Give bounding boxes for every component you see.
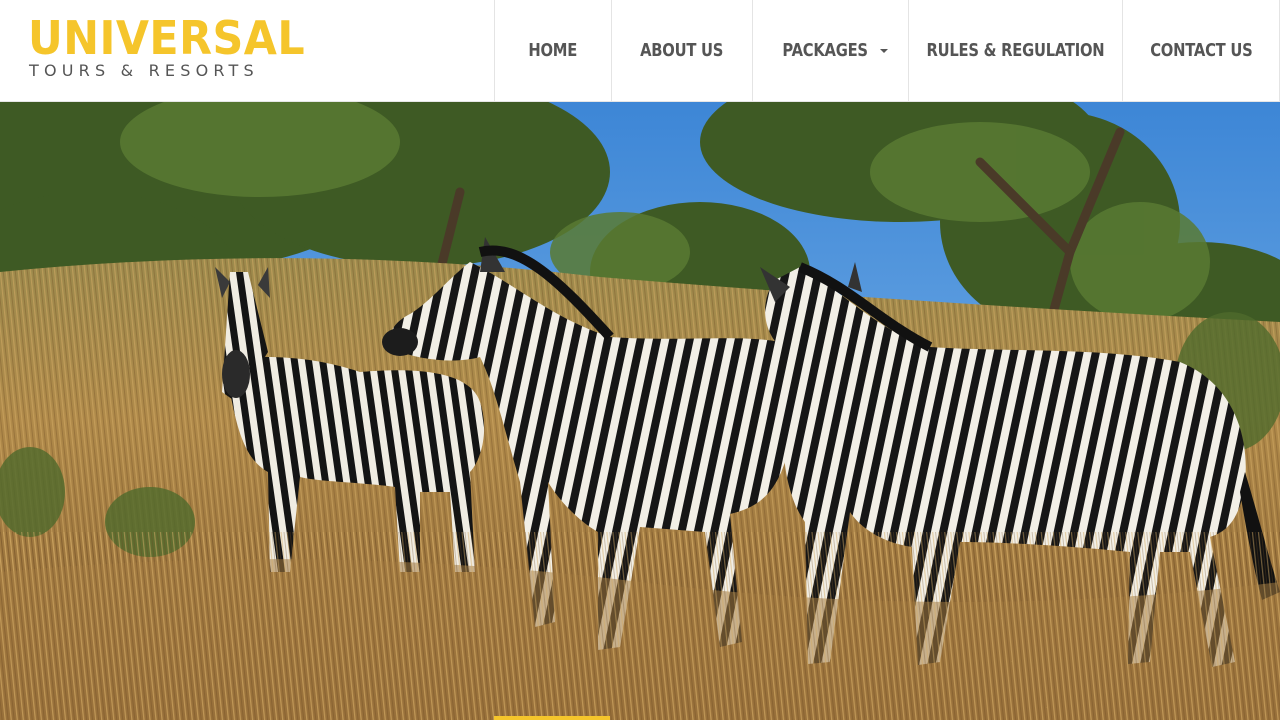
nav-item-home[interactable]: HOME bbox=[494, 0, 611, 101]
hero-image bbox=[0, 102, 1280, 720]
nav-item-label: CONTACT US bbox=[1149, 40, 1253, 61]
brand-name: UNIVERSAL bbox=[28, 11, 306, 65]
chevron-down-icon bbox=[879, 48, 888, 53]
nav-item-label: HOME bbox=[528, 40, 578, 61]
nav-item-label: RULES & REGULATION bbox=[926, 40, 1105, 61]
nav-item-packages[interactable]: PACKAGES bbox=[752, 0, 908, 101]
brand-tagline: TOURS & RESORTS bbox=[29, 61, 259, 80]
site-header: UNIVERSAL TOURS & RESORTS HOME ABOUT US … bbox=[0, 0, 1280, 102]
nav-item-label: PACKAGES bbox=[782, 40, 869, 61]
nav-item-rules-regulation[interactable]: RULES & REGULATION bbox=[908, 0, 1122, 101]
slider-indicator[interactable] bbox=[494, 716, 610, 720]
nav-item-label: ABOUT US bbox=[640, 40, 724, 61]
nav-item-contact-us[interactable]: CONTACT US bbox=[1122, 0, 1280, 101]
main-nav: HOME ABOUT US PACKAGES RULES & REGULATIO… bbox=[494, 0, 1280, 101]
nav-item-about-us[interactable]: ABOUT US bbox=[611, 0, 752, 101]
brand-logo[interactable]: UNIVERSAL TOURS & RESORTS bbox=[28, 14, 305, 84]
hero-slider bbox=[0, 102, 1280, 720]
